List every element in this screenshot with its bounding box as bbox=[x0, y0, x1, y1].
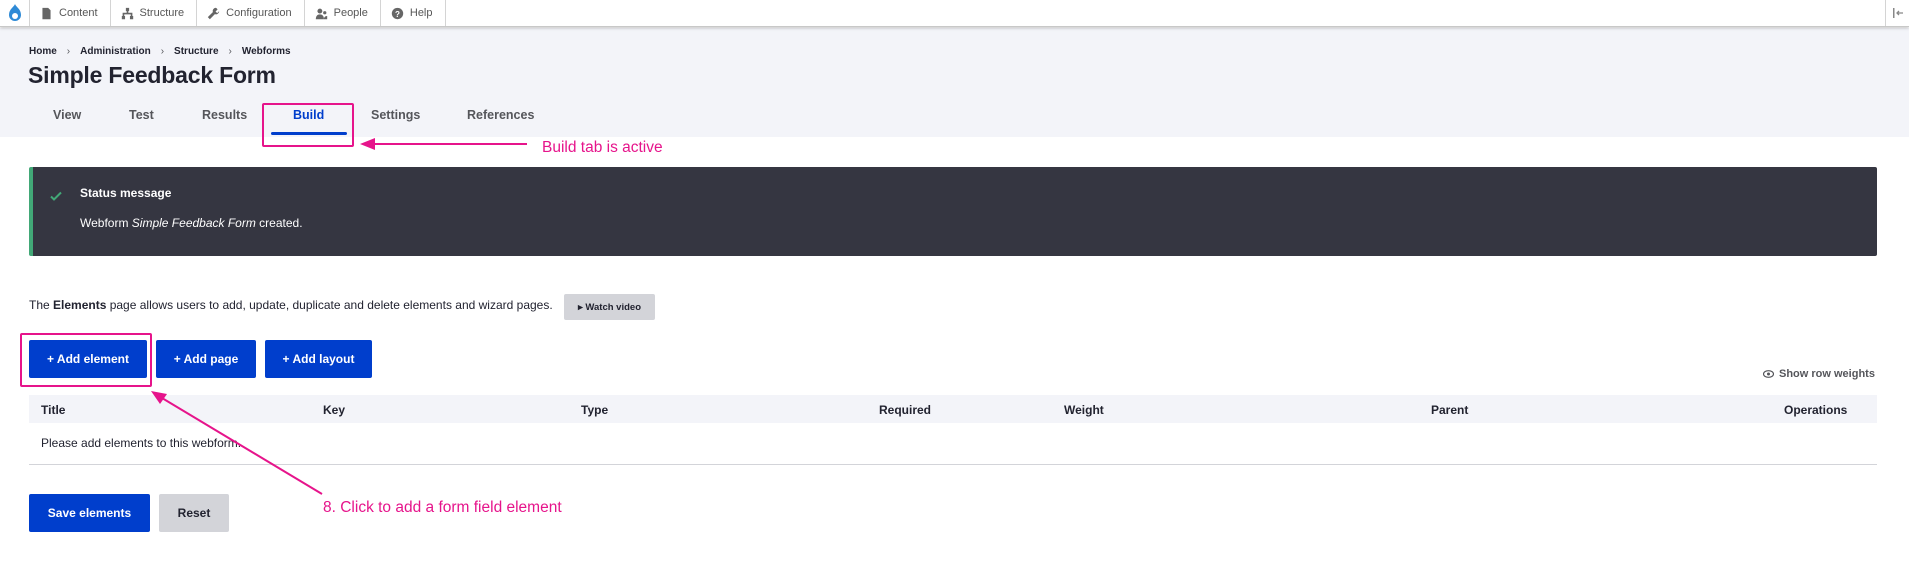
toolbar-item-label: Structure bbox=[139, 7, 185, 19]
desc-prefix: The bbox=[29, 298, 54, 312]
toolbar-toggle-orientation-icon[interactable] bbox=[1885, 0, 1909, 26]
eye-icon bbox=[1763, 370, 1774, 378]
status-message: Status message Webform Simple Feedback F… bbox=[29, 167, 1877, 256]
tab-settings[interactable]: Settings bbox=[371, 108, 420, 122]
admin-toolbar: Content Structure Configuration People ?… bbox=[0, 0, 1909, 27]
status-body-form-name: Simple Feedback Form bbox=[131, 216, 256, 230]
column-header-required: Required bbox=[879, 403, 932, 417]
breadcrumb-link-administration[interactable]: Administration bbox=[80, 46, 151, 57]
column-header-title: Title bbox=[41, 403, 66, 417]
status-body-suffix: created. bbox=[255, 216, 303, 230]
document-icon bbox=[42, 7, 51, 19]
tab-results[interactable]: Results bbox=[202, 108, 247, 122]
watch-video-button[interactable]: ▸ Watch video bbox=[564, 294, 655, 320]
desc-suffix: page allows users to add, update, duplic… bbox=[106, 298, 553, 312]
build-tab-annotation: Build tab is active bbox=[542, 139, 663, 156]
toolbar-item-content[interactable]: Content bbox=[30, 0, 111, 26]
breadcrumb-separator: › bbox=[66, 46, 71, 57]
table-body: Please add elements to this webform. bbox=[29, 423, 1877, 465]
help-icon: ? bbox=[391, 7, 404, 19]
breadcrumb-link-structure[interactable]: Structure bbox=[174, 46, 218, 57]
show-row-weights-label: Show row weights bbox=[1779, 368, 1875, 380]
status-body: Webform Simple Feedback Form created. bbox=[80, 216, 303, 230]
add-page-button[interactable]: + Add page bbox=[156, 340, 256, 378]
toolbar-item-help[interactable]: ? Help bbox=[381, 0, 446, 26]
column-header-weight: Weight bbox=[1064, 403, 1104, 417]
wrench-icon bbox=[207, 7, 220, 19]
column-header-parent: Parent bbox=[1431, 403, 1469, 417]
toolbar-item-label: Content bbox=[59, 7, 98, 19]
add-element-highlight bbox=[20, 333, 152, 387]
breadcrumb: Home › Administration › Structure › Webf… bbox=[29, 46, 291, 57]
sitemap-icon bbox=[121, 7, 133, 19]
breadcrumb-link-home[interactable]: Home bbox=[29, 46, 57, 57]
people-icon bbox=[315, 8, 327, 19]
breadcrumb-separator: › bbox=[160, 46, 165, 57]
toolbar-item-configuration[interactable]: Configuration bbox=[197, 0, 305, 26]
elements-table: Title Key Type Required Weight Parent Op… bbox=[29, 395, 1877, 465]
toolbar-item-label: Configuration bbox=[226, 7, 292, 19]
page-title: Simple Feedback Form bbox=[28, 62, 276, 88]
add-layout-button[interactable]: + Add layout bbox=[265, 340, 372, 378]
tab-references[interactable]: References bbox=[467, 108, 534, 122]
tab-test[interactable]: Test bbox=[129, 108, 154, 122]
build-tab-highlight bbox=[262, 103, 354, 147]
svg-text:?: ? bbox=[395, 9, 400, 18]
breadcrumb-separator: › bbox=[228, 46, 232, 57]
toolbar-item-label: Help bbox=[409, 7, 433, 19]
empty-table-message: Please add elements to this webform. bbox=[41, 436, 242, 450]
column-header-type: Type bbox=[581, 403, 609, 417]
status-body-prefix: Webform bbox=[80, 216, 132, 230]
save-elements-button[interactable]: Save elements bbox=[29, 494, 150, 532]
breadcrumb-link-webforms[interactable]: Webforms bbox=[242, 46, 291, 57]
show-row-weights-toggle[interactable]: Show row weights bbox=[1763, 368, 1875, 380]
tab-view[interactable]: View bbox=[53, 108, 81, 122]
reset-button[interactable]: Reset bbox=[159, 494, 229, 532]
arrow-to-build-tab bbox=[360, 138, 527, 150]
elements-description: The Elements page allows users to add, u… bbox=[29, 298, 553, 312]
toolbar-item-label: People bbox=[333, 7, 368, 19]
column-header-operations: Operations bbox=[1784, 403, 1848, 417]
add-element-annotation: 8. Click to add a form field element bbox=[323, 499, 562, 516]
column-header-key: Key bbox=[323, 403, 346, 417]
status-title: Status message bbox=[80, 186, 172, 200]
toolbar-item-structure[interactable]: Structure bbox=[111, 0, 198, 26]
check-icon bbox=[50, 191, 62, 201]
desc-strong: Elements bbox=[53, 298, 107, 312]
drupal-logo-icon[interactable] bbox=[0, 0, 30, 26]
toolbar-item-people[interactable]: People bbox=[305, 0, 381, 26]
table-header: Title Key Type Required Weight Parent Op… bbox=[29, 395, 1877, 423]
